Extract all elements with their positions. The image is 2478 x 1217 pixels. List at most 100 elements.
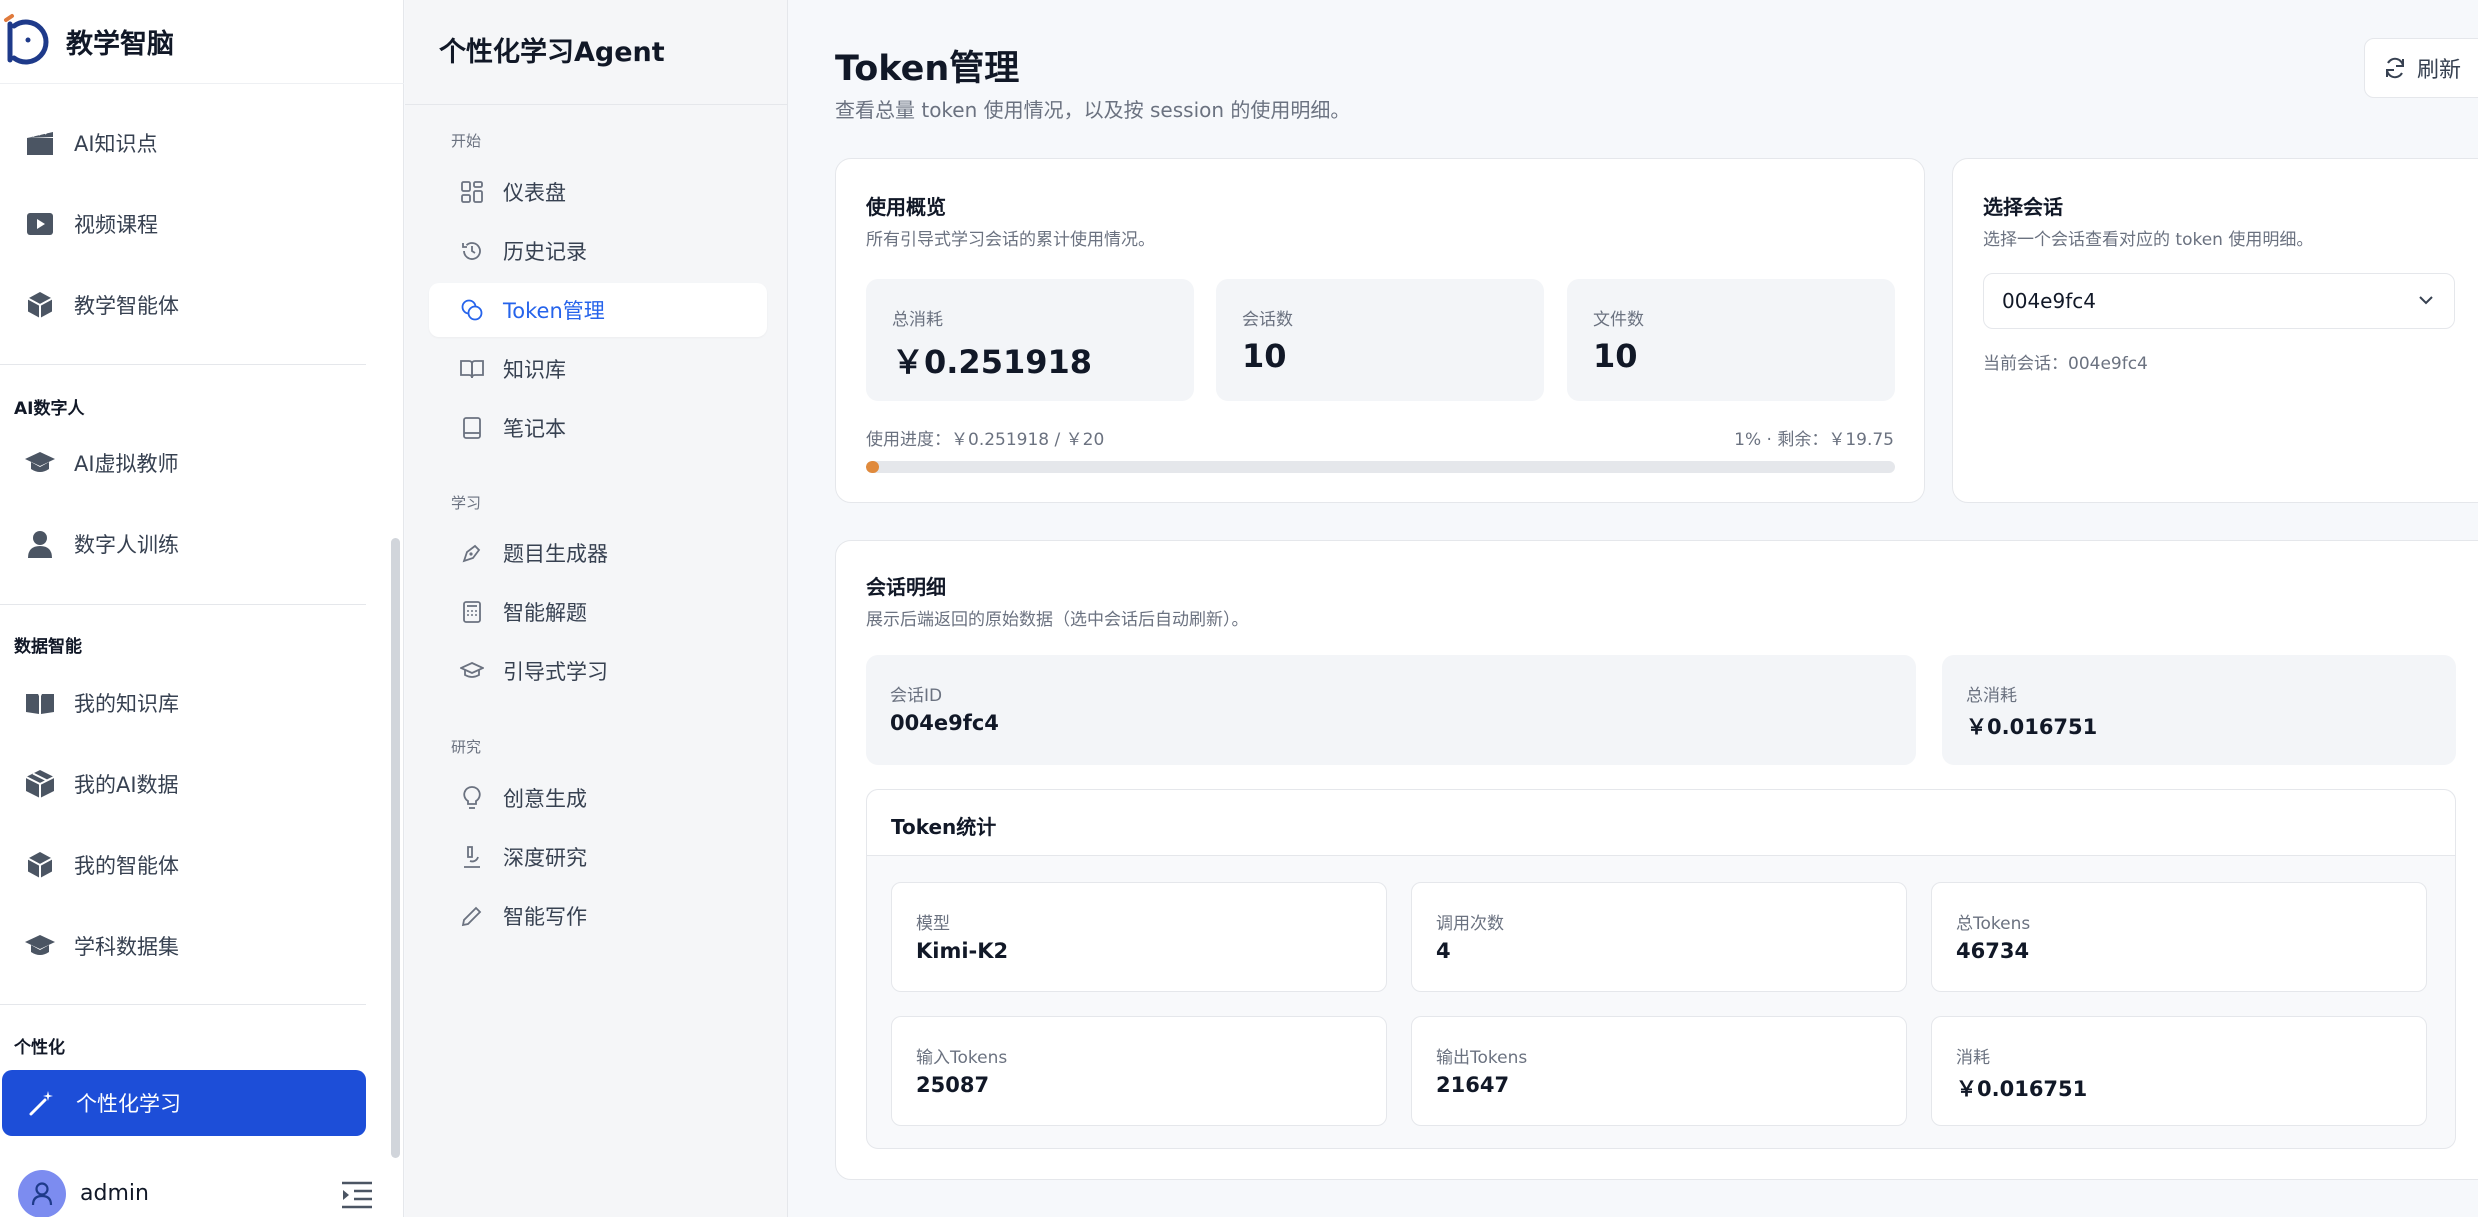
sidebar-scrollbar[interactable]	[391, 538, 400, 1158]
graduation-cap-icon	[459, 658, 485, 684]
user-name: admin	[80, 1181, 149, 1206]
subnav-item-question-generator[interactable]: 题目生成器	[429, 526, 767, 580]
book-open-icon	[459, 356, 485, 382]
subnav-item-label: 历史记录	[503, 240, 587, 264]
subnav-item-dashboard[interactable]: 仪表盘	[429, 165, 767, 219]
section-title-digital-human: AI数字人	[14, 399, 85, 419]
sidebar-item-my-ai-data[interactable]: 我的AI数据	[0, 751, 370, 817]
subnav-item-smart-solver[interactable]: 智能解题	[429, 585, 767, 639]
token-cell-label: 总Tokens	[1956, 914, 2031, 934]
sidebar-item-personalized-learning[interactable]: 个性化学习	[2, 1070, 366, 1136]
sidebar-item-label: 个性化学习	[76, 1092, 181, 1116]
subnav-item-label: Token管理	[503, 299, 605, 323]
sidebar-item-ai-knowledge[interactable]: AI知识点	[0, 110, 370, 176]
microscope-icon	[459, 844, 485, 870]
token-cell-cost: 消耗 ￥0.016751	[1931, 1016, 2427, 1126]
sidebar-item-label: 我的智能体	[74, 854, 179, 878]
sidebar-item-my-agent[interactable]: 我的智能体	[0, 832, 370, 898]
token-cell-label: 模型	[916, 914, 950, 934]
clapperboard-icon	[22, 125, 58, 161]
refresh-button[interactable]: 刷新	[2364, 38, 2478, 98]
subnav-item-label: 深度研究	[503, 846, 587, 870]
user-profile[interactable]: admin	[0, 1169, 404, 1217]
lightbulb-icon	[459, 785, 485, 811]
stat-total-cost: 总消耗 ￥0.251918	[866, 279, 1194, 401]
card-subtitle: 所有引导式学习会话的累计使用情况。	[866, 230, 1155, 250]
token-cell-call-count: 调用次数 4	[1411, 882, 1907, 992]
subnav-item-label: 笔记本	[503, 417, 566, 441]
main-content: Token管理 查看总量 token 使用情况，以及按 session 的使用明…	[789, 0, 2478, 1217]
subnav-item-history[interactable]: 历史记录	[429, 224, 767, 278]
sidebar-item-ai-virtual-teacher[interactable]: AI虚拟教师	[0, 430, 370, 496]
session-id-label: 会话ID	[890, 686, 943, 706]
usage-progress-bar	[866, 461, 1895, 473]
refresh-label: 刷新	[2417, 57, 2462, 82]
user-icon	[31, 1181, 53, 1205]
sidebar-item-label: 我的知识库	[74, 692, 179, 716]
section-title-personalization: 个性化	[14, 1038, 65, 1058]
session-select-value: 004e9fc4	[2002, 289, 2096, 313]
card-title: 会话明细	[866, 575, 946, 599]
brand-header[interactable]: 教学智脑	[0, 0, 404, 84]
token-stats-title: Token统计	[891, 815, 997, 839]
subnav-item-smart-writing[interactable]: 智能写作	[429, 889, 767, 943]
agent-sidebar: 个性化学习Agent 开始 仪表盘 历史记录 Token管理 知识库 笔记本 学…	[405, 0, 788, 1217]
session-id-box: 会话ID 004e9fc4	[866, 655, 1916, 765]
collapse-sidebar-icon[interactable]	[340, 1180, 374, 1210]
avatar	[18, 1169, 66, 1217]
usage-progress-fill	[866, 461, 879, 473]
cube-icon	[22, 287, 58, 323]
sidebar-item-digital-human-training[interactable]: 数字人训练	[0, 511, 370, 577]
token-cell-label: 输出Tokens	[1436, 1048, 1528, 1068]
total-cost-value: ￥0.016751	[1966, 715, 2098, 739]
sidebar-item-label: 数字人训练	[74, 533, 179, 557]
sidebar-item-subject-dataset[interactable]: 学科数据集	[0, 913, 370, 979]
token-cell-value: 21647	[1436, 1073, 1510, 1097]
coins-icon	[459, 297, 485, 323]
subnav-item-guided-learning[interactable]: 引导式学习	[429, 644, 767, 698]
token-stats-panel: Token统计 模型 Kimi-K2 调用次数 4 总Tokens 46734 …	[866, 789, 2456, 1149]
subnav-item-knowledge-base[interactable]: 知识库	[429, 342, 767, 396]
token-cell-value: 46734	[1956, 939, 2030, 963]
current-session-text: 当前会话：004e9fc4	[1983, 354, 2148, 374]
subnav-item-deep-research[interactable]: 深度研究	[429, 830, 767, 884]
video-play-icon	[22, 206, 58, 242]
card-subtitle: 选择一个会话查看对应的 token 使用明细。	[1983, 230, 2314, 250]
stat-file-count: 文件数 10	[1567, 279, 1895, 401]
stat-session-count: 会话数 10	[1216, 279, 1544, 401]
token-cell-value: 25087	[916, 1073, 990, 1097]
sidebar-item-label: AI虚拟教师	[74, 452, 179, 476]
subnav-item-token-management[interactable]: Token管理	[429, 283, 767, 337]
session-select[interactable]: 004e9fc4	[1983, 273, 2455, 329]
session-select-card: 选择会话 选择一个会话查看对应的 token 使用明细。 004e9fc4 当前…	[1952, 158, 2478, 503]
sidebar-item-teaching-agent[interactable]: 教学智能体	[0, 272, 370, 338]
stat-label: 文件数	[1593, 310, 1644, 330]
card-title: 选择会话	[1983, 195, 2063, 219]
person-icon	[22, 526, 58, 562]
pencil-icon	[459, 903, 485, 929]
graduation-cap-icon	[22, 445, 58, 481]
sidebar-item-my-knowledge-base[interactable]: 我的知识库	[0, 670, 370, 736]
stat-label: 总消耗	[892, 310, 943, 330]
session-total-cost-box: 总消耗 ￥0.016751	[1942, 655, 2456, 765]
sidebar-item-label: 视频课程	[74, 213, 158, 237]
open-book-icon	[22, 685, 58, 721]
token-cell-label: 消耗	[1956, 1048, 1990, 1068]
main-sidebar: 教学智脑 AI知识点 视频课程 教学智能体 AI数字人 AI虚拟教师 数字人训练…	[0, 0, 404, 1217]
graduation-cap-icon	[22, 928, 58, 964]
subnav-item-label: 题目生成器	[503, 542, 608, 566]
stat-value: 10	[1593, 337, 1638, 375]
subnav-item-label: 仪表盘	[503, 181, 566, 205]
pen-tool-icon	[459, 540, 485, 566]
token-stats-header: Token统计	[867, 790, 2455, 856]
usage-remaining-label: 1% · 剩余：￥19.75	[1734, 430, 1894, 450]
token-cell-value: 4	[1436, 939, 1451, 963]
magic-wand-icon	[24, 1085, 60, 1121]
subnav-item-idea-generation[interactable]: 创意生成	[429, 771, 767, 825]
section-divider	[0, 364, 366, 365]
subnav-item-notebook[interactable]: 笔记本	[429, 401, 767, 455]
stat-label: 会话数	[1242, 310, 1293, 330]
token-cell-label: 调用次数	[1436, 914, 1504, 934]
subnav-item-label: 智能写作	[503, 905, 587, 929]
sidebar-item-video-course[interactable]: 视频课程	[0, 191, 370, 257]
